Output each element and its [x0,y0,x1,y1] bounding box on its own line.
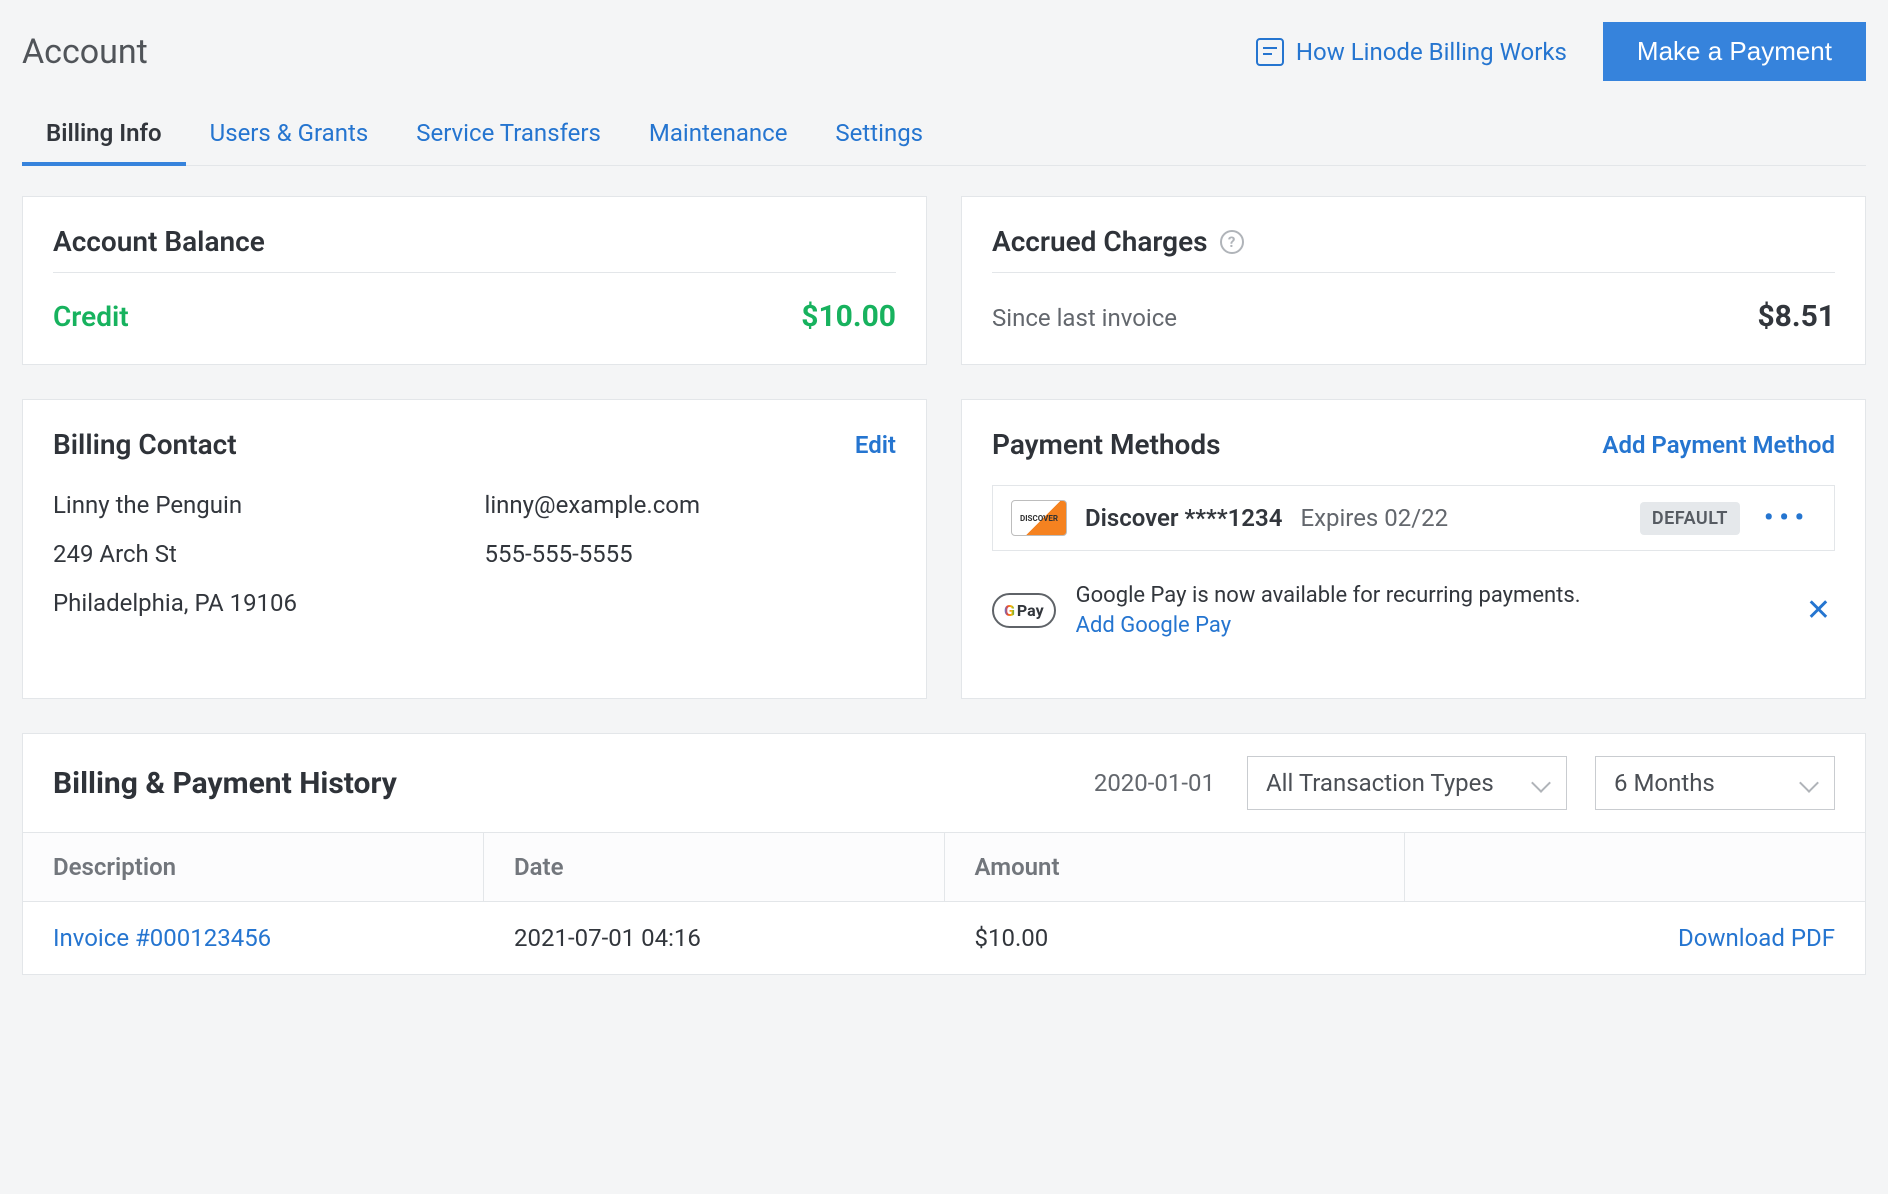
accrued-label: Since last invoice [992,304,1177,332]
contact-name: Linny the Penguin [53,485,465,526]
tab-billing-info[interactable]: Billing Info [46,109,162,165]
chevron-down-icon [1802,774,1820,792]
history-since-date: 2020-01-01 [1094,769,1219,797]
how-billing-works-label: How Linode Billing Works [1296,38,1567,66]
table-row: Invoice #000123456 2021-07-01 04:16 $10.… [23,902,1865,975]
date-range-select[interactable]: 6 Months [1595,756,1835,810]
add-google-pay-link[interactable]: Add Google Pay [1076,611,1581,641]
billing-history-panel: Billing & Payment History 2020-01-01 All… [22,733,1866,975]
make-payment-button[interactable]: Make a Payment [1603,22,1866,81]
divider [53,272,896,273]
account-balance-title: Account Balance [53,225,896,258]
contact-phone: 555-555-5555 [485,534,897,575]
divider [992,272,1835,273]
table-header-row: Description Date Amount [23,833,1865,902]
transaction-type-select[interactable]: All Transaction Types [1247,756,1567,810]
contact-street: 249 Arch St [53,534,465,575]
transaction-type-value: All Transaction Types [1266,769,1494,797]
google-pay-icon: GPay [992,593,1056,628]
help-icon[interactable]: ? [1220,230,1244,254]
document-icon [1256,38,1284,66]
card-actions-menu[interactable]: ••• [1758,503,1816,533]
dismiss-gpay-icon[interactable]: ✕ [1802,593,1835,628]
row-amount: $10.00 [944,902,1405,975]
history-title: Billing & Payment History [53,766,1066,801]
add-payment-method-button[interactable]: Add Payment Method [1602,431,1835,459]
discover-card-icon: DISCOVER [1011,500,1067,536]
account-balance-card: Account Balance Credit $10.00 [22,196,927,365]
default-badge: DEFAULT [1640,502,1740,535]
accrued-charges-card: Accrued Charges ? Since last invoice $8.… [961,196,1866,365]
tab-service-transfers[interactable]: Service Transfers [416,109,601,165]
payment-methods-title: Payment Methods [992,428,1221,461]
accrued-title: Accrued Charges [992,225,1208,258]
tab-users-grants[interactable]: Users & Grants [210,109,369,165]
tabs: Billing Info Users & Grants Service Tran… [22,109,1866,166]
col-amount: Amount [944,833,1405,902]
chevron-down-icon [1534,774,1552,792]
contact-email: linny@example.com [485,485,897,526]
col-date: Date [484,833,945,902]
col-description: Description [23,833,484,902]
payment-methods-card: Payment Methods Add Payment Method DISCO… [961,399,1866,699]
accrued-amount: $8.51 [1757,299,1835,334]
col-actions [1405,833,1866,902]
how-billing-works-link[interactable]: How Linode Billing Works [1256,38,1567,66]
card-expires: Expires 02/22 [1300,504,1448,532]
billing-contact-title: Billing Contact [53,428,237,461]
edit-contact-button[interactable]: Edit [855,431,896,459]
payment-method-row: DISCOVER Discover ****1234 Expires 02/22… [992,485,1835,551]
balance-label: Credit [53,300,129,333]
balance-amount: $10.00 [801,299,896,334]
card-display: Discover ****1234 [1085,504,1282,532]
gpay-notice-text: Google Pay is now available for recurrin… [1076,581,1581,611]
invoice-link[interactable]: Invoice #000123456 [53,924,271,952]
tab-maintenance[interactable]: Maintenance [649,109,788,165]
download-pdf-link[interactable]: Download PDF [1678,924,1835,952]
tab-settings[interactable]: Settings [835,109,923,165]
page-title: Account [22,32,148,72]
row-date: 2021-07-01 04:16 [484,902,945,975]
billing-contact-card: Billing Contact Edit Linny the Penguin l… [22,399,927,699]
date-range-value: 6 Months [1614,769,1715,797]
contact-city: Philadelphia, PA 19106 [53,583,465,624]
